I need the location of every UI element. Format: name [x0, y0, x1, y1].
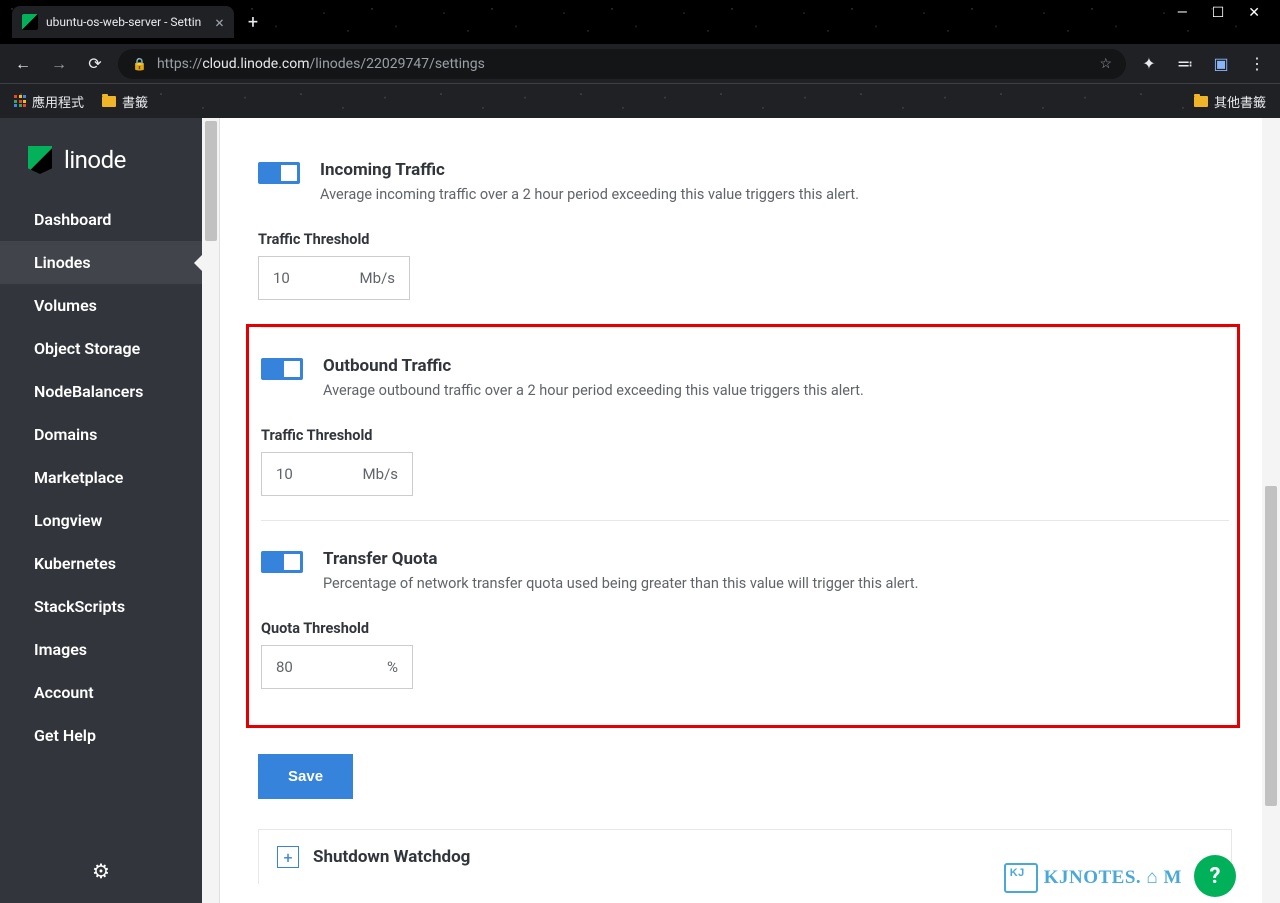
help-fab[interactable]: ? — [1194, 855, 1236, 897]
apps-label: 應用程式 — [32, 92, 84, 111]
menu-icon[interactable]: ⋮ — [1244, 54, 1270, 73]
outbound-traffic-toggle[interactable] — [261, 358, 303, 380]
transfer-quota-title: Transfer Quota — [323, 549, 918, 569]
page-scrollbar[interactable] — [1262, 118, 1280, 903]
lock-icon: 🔒 — [132, 57, 147, 71]
app-container: linode Dashboard Linodes Volumes Object … — [0, 118, 1280, 903]
content-area: Incoming Traffic Average incoming traffi… — [220, 118, 1262, 903]
quota-threshold-label: Quota Threshold — [261, 620, 1229, 637]
outbound-traffic-title: Outbound Traffic — [323, 356, 864, 376]
quota-threshold-input[interactable]: 80 % — [261, 645, 413, 689]
close-button[interactable]: ✕ — [1248, 5, 1260, 21]
outbound-threshold-input[interactable]: 10 Mb/s — [261, 452, 413, 496]
folder-icon — [102, 96, 116, 107]
url-text: https://cloud.linode.com/linodes/2202974… — [157, 56, 485, 72]
watermark-text: KJNOTES. ⌂ M — [1044, 867, 1182, 889]
inner-scrollbar[interactable] — [202, 118, 220, 903]
linode-favicon — [22, 14, 38, 30]
sidebar-item-dashboard[interactable]: Dashboard — [0, 198, 202, 241]
incoming-threshold-label: Traffic Threshold — [258, 231, 1232, 248]
sidebar-item-get-help[interactable]: Get Help — [0, 714, 202, 757]
transfer-quota-section: Transfer Quota Percentage of network tra… — [261, 520, 1229, 713]
tab-close-icon[interactable]: × — [215, 13, 224, 32]
apps-shortcut[interactable]: 應用程式 — [14, 92, 84, 111]
sidebar-item-images[interactable]: Images — [0, 628, 202, 671]
apps-grid-icon — [14, 95, 26, 107]
outbound-threshold-label: Traffic Threshold — [261, 427, 1229, 444]
sidebar-item-kubernetes[interactable]: Kubernetes — [0, 542, 202, 585]
minimize-button[interactable]: — — [1177, 5, 1188, 21]
sidebar-item-linodes[interactable]: Linodes — [0, 241, 202, 284]
sidebar-item-domains[interactable]: Domains — [0, 413, 202, 456]
incoming-traffic-toggle[interactable] — [258, 162, 300, 184]
gear-icon[interactable]: ⚙ — [92, 859, 110, 883]
browser-tab-bar: ubuntu-os-web-server - Settin × + — [0, 0, 1280, 44]
forward-button[interactable]: → — [46, 54, 72, 74]
sidebar-item-account[interactable]: Account — [0, 671, 202, 714]
browser-tab[interactable]: ubuntu-os-web-server - Settin × — [12, 6, 234, 38]
incoming-traffic-section: Incoming Traffic Average incoming traffi… — [258, 142, 1232, 324]
sidebar: linode Dashboard Linodes Volumes Object … — [0, 118, 202, 903]
help-icon: ? — [1210, 864, 1221, 889]
bookmark-label: 書籤 — [122, 92, 148, 111]
outbound-traffic-desc: Average outbound traffic over a 2 hour p… — [323, 380, 864, 401]
reload-button[interactable]: ⟳ — [82, 54, 108, 73]
tab-title: ubuntu-os-web-server - Settin — [46, 15, 201, 29]
sidebar-item-marketplace[interactable]: Marketplace — [0, 456, 202, 499]
playlist-icon[interactable]: ≕ — [1172, 54, 1198, 73]
incoming-threshold-input[interactable]: 10 Mb/s — [258, 256, 410, 300]
sidebar-item-volumes[interactable]: Volumes — [0, 284, 202, 327]
sidebar-footer: ⚙ — [0, 839, 202, 903]
save-button[interactable]: Save — [258, 754, 353, 799]
sidebar-item-object-storage[interactable]: Object Storage — [0, 327, 202, 370]
scrollbar-thumb[interactable] — [205, 121, 217, 241]
highlighted-region: Outbound Traffic Average outbound traffi… — [246, 324, 1240, 728]
transfer-quota-toggle[interactable] — [261, 551, 303, 573]
browser-address-bar: ← → ⟳ 🔒 https://cloud.linode.com/linodes… — [0, 44, 1280, 84]
other-bookmarks[interactable]: 其他書籤 — [1194, 92, 1266, 111]
linode-logo-icon — [28, 146, 52, 174]
transfer-quota-desc: Percentage of network transfer quota use… — [323, 573, 918, 594]
window-controls: — ☐ ✕ — [1177, 0, 1280, 26]
sidebar-item-nodebalancers[interactable]: NodeBalancers — [0, 370, 202, 413]
incoming-traffic-desc: Average incoming traffic over a 2 hour p… — [320, 184, 859, 205]
maximize-button[interactable]: ☐ — [1212, 5, 1225, 21]
sidebar-nav: Dashboard Linodes Volumes Object Storage… — [0, 198, 202, 839]
extension-badge-icon[interactable]: ▣ — [1208, 54, 1234, 73]
page-scrollbar-thumb[interactable] — [1265, 486, 1277, 806]
url-field[interactable]: 🔒 https://cloud.linode.com/linodes/22029… — [118, 49, 1126, 79]
folder-icon — [1194, 96, 1208, 107]
watermark: KJNOTES. ⌂ M — [1004, 863, 1182, 893]
extensions-icon[interactable]: ✦ — [1136, 54, 1162, 73]
bookmark-folder[interactable]: 書籤 — [102, 92, 148, 111]
plus-icon: + — [277, 846, 299, 868]
watermark-icon — [1004, 863, 1038, 893]
accordion-title: Shutdown Watchdog — [313, 847, 470, 867]
bookmarks-bar: 應用程式 書籤 其他書籤 — [0, 84, 1280, 118]
new-tab-button[interactable]: + — [248, 12, 258, 33]
incoming-traffic-title: Incoming Traffic — [320, 160, 859, 180]
bookmark-star-icon[interactable]: ☆ — [1099, 56, 1112, 72]
outbound-traffic-section: Outbound Traffic Average outbound traffi… — [261, 327, 1229, 520]
sidebar-item-longview[interactable]: Longview — [0, 499, 202, 542]
back-button[interactable]: ← — [10, 54, 36, 74]
other-bookmarks-label: 其他書籤 — [1214, 92, 1266, 111]
sidebar-item-stackscripts[interactable]: StackScripts — [0, 585, 202, 628]
brand-text: linode — [64, 146, 126, 174]
logo[interactable]: linode — [0, 118, 202, 198]
